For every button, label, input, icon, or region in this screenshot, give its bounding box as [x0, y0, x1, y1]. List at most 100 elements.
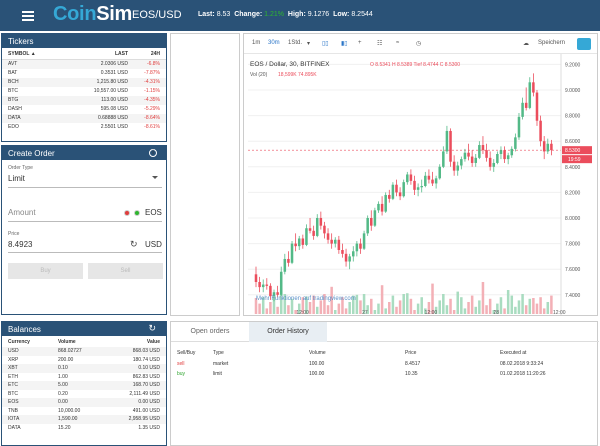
x-tick-label: 12:00: [296, 310, 309, 315]
balance-currency: USD: [8, 348, 19, 354]
ticker-last: 1,215.80 USD: [96, 79, 128, 85]
ticker-row[interactable]: BTC 10,557.00 USD -1.15%: [2, 87, 166, 96]
candle: [352, 251, 355, 257]
logo: CoinSim: [53, 3, 133, 25]
candle: [326, 233, 330, 240]
balance-row: ETC 5.00 168.70 USD: [2, 381, 166, 390]
volume-bar: [514, 306, 517, 314]
radio-sell-icon[interactable]: [124, 210, 130, 216]
candle: [452, 161, 456, 171]
amount-input[interactable]: Amount: [8, 208, 36, 217]
volume-bar: [413, 310, 416, 314]
candle: [424, 175, 427, 186]
candle: [478, 145, 481, 158]
candle: [542, 141, 546, 152]
balance-row: BTC 0.20 2,111.49 USD: [2, 390, 166, 399]
chevron-down-icon[interactable]: [152, 176, 158, 179]
candle: [546, 143, 550, 152]
ticker-row[interactable]: DASH 595.08 USD -5.29%: [2, 105, 166, 114]
ticker-row[interactable]: BTG 113.00 USD -4.35%: [2, 96, 166, 105]
ticker-row[interactable]: BCH 1,215.80 USD -4.31%: [2, 78, 166, 87]
col-volume: Volume: [309, 350, 326, 356]
chevron-down-icon[interactable]: ▾: [307, 40, 310, 47]
volume-bar: [348, 302, 351, 314]
tab-open-orders[interactable]: Open orders: [171, 322, 249, 342]
candle: [269, 285, 272, 297]
volume-bar: [445, 305, 449, 314]
menu-icon[interactable]: [22, 11, 34, 21]
candle-style-icon[interactable]: ▮▯: [341, 40, 348, 47]
col-value: Value: [146, 339, 160, 345]
candle: [294, 243, 297, 247]
timeframe-1m[interactable]: 1m: [252, 40, 260, 46]
ticker-row[interactable]: EDO 2.5501 USD -8.61%: [2, 123, 166, 132]
balance-volume: 5.00: [58, 382, 68, 388]
candle: [384, 194, 387, 212]
buy-button[interactable]: Buy: [8, 263, 83, 279]
timeframe-1std[interactable]: 1Std.: [288, 40, 302, 46]
bar-style-icon[interactable]: ▯▯: [322, 40, 329, 47]
indicators-icon[interactable]: ☷: [377, 40, 382, 47]
ticker-row[interactable]: BAT 0.3531 USD -7.87%: [2, 69, 166, 78]
volume-bar: [438, 300, 441, 314]
price-input[interactable]: 8.4923: [8, 240, 32, 249]
balance-value: 168.70 USD: [132, 382, 160, 388]
ticker-symbol: DASH: [8, 106, 22, 112]
volume-bar: [308, 302, 312, 314]
volume-bar: [488, 298, 492, 314]
volume-bar: [546, 302, 550, 314]
candle: [337, 239, 341, 250]
y-tick-label: 7.4000: [565, 293, 581, 299]
price-label: Price: [8, 231, 20, 237]
ticker-symbol: AVT: [8, 61, 18, 67]
balance-currency: EOS: [8, 399, 19, 405]
price-chart[interactable]: 9.2000 9.0000 8.8000 8.6000 8.4000 8.2000 8.00…: [244, 54, 597, 315]
ticker-last: 113.00 USD: [101, 97, 128, 103]
compare-icon[interactable]: +: [358, 40, 362, 46]
candle: [279, 271, 283, 295]
col-last[interactable]: LAST: [60, 51, 128, 57]
ticker-symbol: DATA: [8, 115, 21, 121]
volume-values: 18,599K 74.895K: [278, 72, 317, 78]
order-type-select[interactable]: Limit: [8, 174, 25, 183]
col-symbol[interactable]: SYMBOL ▲: [8, 51, 60, 57]
y-tick-label: 8.6000: [565, 139, 581, 145]
candle: [359, 243, 362, 249]
volume-bar: [517, 300, 521, 314]
col-price: Price: [405, 350, 417, 356]
volume-bar: [535, 303, 539, 314]
alert-icon[interactable]: ◷: [416, 40, 421, 47]
ticker-row[interactable]: AVT 2.0306 USD -6.8%: [2, 60, 166, 69]
volume-label: Vol (20): [250, 72, 268, 78]
save-button[interactable]: Speichern: [538, 40, 565, 46]
refresh-icon[interactable]: ↻: [130, 239, 138, 250]
volume-bar: [391, 295, 395, 314]
ticker-row[interactable]: DATA 0.68888 USD -8.64%: [2, 114, 166, 123]
candle: [402, 182, 405, 197]
refresh-icon[interactable]: ↻: [148, 323, 156, 334]
candle: [366, 218, 369, 234]
volume-bar: [276, 306, 279, 314]
drawing-icon[interactable]: ≈: [396, 40, 399, 46]
candle: [254, 274, 258, 282]
orders-tabs: Open orders Order History: [171, 322, 599, 342]
chart-panel: 1m 30m 1Std. ▾ ▯▯ ▮▯ + ☷ ≈ ◷ ☁ Speichern…: [243, 33, 598, 316]
cloud-icon[interactable]: ☁: [523, 40, 529, 47]
tab-order-history[interactable]: Order History: [249, 322, 327, 342]
radio-buy-icon[interactable]: [134, 210, 140, 216]
info-icon[interactable]: i: [149, 149, 157, 157]
volume-bar: [499, 297, 503, 314]
balance-value: 0.00 USD: [138, 399, 160, 405]
balance-value: 0.10 USD: [138, 365, 160, 371]
camera-icon[interactable]: [577, 38, 591, 50]
balance-currency: DATA: [8, 424, 21, 431]
col-24h[interactable]: 24H: [128, 51, 160, 57]
volume-bar: [442, 294, 445, 314]
balance-row: ETH 1.00 862.83 USD: [2, 373, 166, 382]
balance-volume: 0.00: [58, 399, 68, 405]
order-title: Create Order: [2, 146, 166, 160]
volume-bar: [506, 290, 510, 314]
timeframe-30m[interactable]: 30m: [268, 40, 280, 46]
volume-bar: [467, 302, 470, 314]
sell-button[interactable]: Sell: [88, 263, 163, 279]
